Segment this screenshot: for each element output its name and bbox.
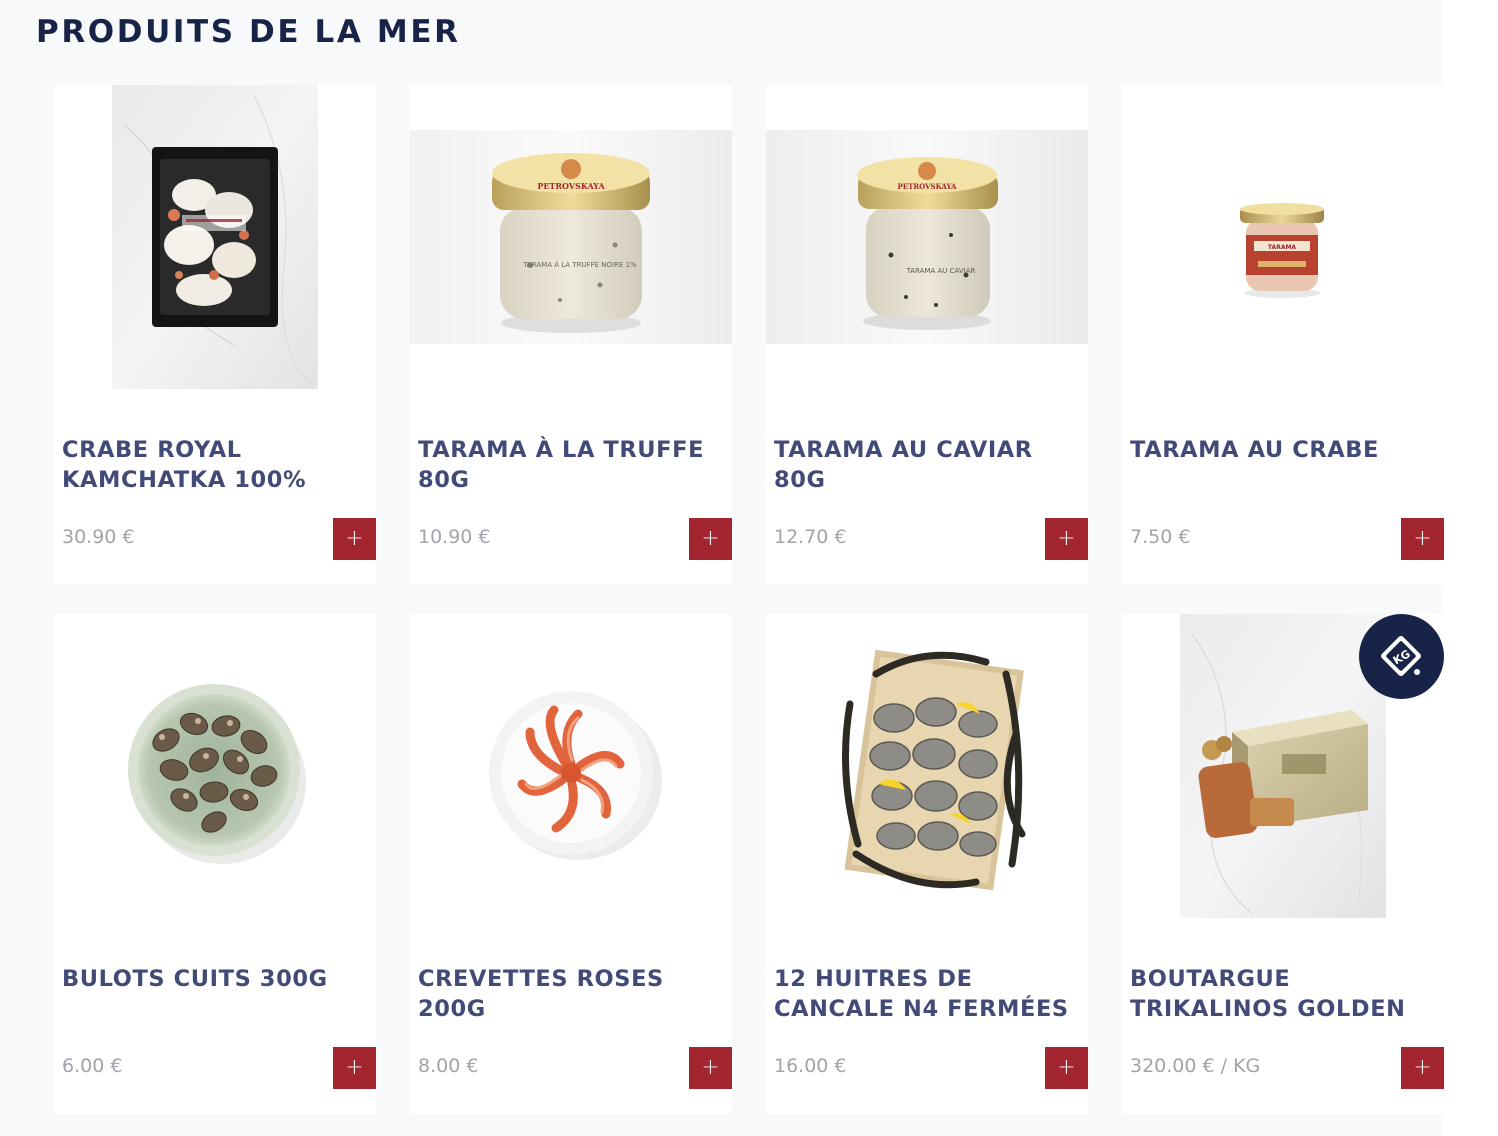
product-card[interactable]: TARAMA TARAMA AU CRABE 7.50 € + bbox=[1122, 85, 1444, 585]
add-to-cart-button[interactable]: + bbox=[689, 1047, 732, 1089]
jar-label-text: TARAMA AU CAVIAR bbox=[906, 267, 976, 275]
product-image-tarama-jar[interactable]: PETROVSKAYA TARAMA AU CAVIAR bbox=[766, 85, 1088, 403]
product-card[interactable]: CREVETTES ROSES 200G 8.00 € + bbox=[410, 614, 732, 1114]
product-image-oyster-crate[interactable] bbox=[766, 614, 1088, 932]
add-to-cart-button[interactable]: + bbox=[689, 518, 732, 560]
product-grid: CRABE ROYAL KAMCHATKA 100% 30.90 € + PET… bbox=[54, 85, 1444, 1114]
product-price: 12.70 € bbox=[774, 526, 847, 548]
product-price: 16.00 € bbox=[774, 1055, 847, 1077]
product-price: 10.90 € bbox=[418, 526, 491, 548]
product-card[interactable]: BULOTS CUITS 300G 6.00 € + bbox=[54, 614, 376, 1114]
product-card[interactable]: 12 HUITRES DE CANCALE N4 FERMÉES 16.00 €… bbox=[766, 614, 1088, 1114]
product-price: 7.50 € bbox=[1130, 526, 1191, 548]
product-name[interactable]: TARAMA AU CAVIAR 80G bbox=[774, 435, 1080, 495]
product-card[interactable]: CRABE ROYAL KAMCHATKA 100% 30.90 € + bbox=[54, 85, 376, 585]
jar-label-text: TARAMA À LA TRUFFE NOIRE 1% bbox=[522, 260, 637, 269]
jar-brand-text: PETROVSKAYA bbox=[898, 182, 958, 191]
product-price: 30.90 € bbox=[62, 526, 135, 548]
product-name[interactable]: TARAMA À LA TRUFFE 80G bbox=[418, 435, 724, 495]
product-name[interactable]: BOUTARGUE TRIKALINOS GOLDEN bbox=[1130, 964, 1436, 1024]
product-price: 320.00 € / KG bbox=[1130, 1055, 1261, 1077]
product-image-tarama-jar[interactable]: PETROVSKAYA TARAMA À LA TRUFFE NOIRE 1% bbox=[410, 85, 732, 403]
product-image-crab-meat-tray[interactable] bbox=[54, 85, 376, 403]
product-image-whelks-bowl[interactable] bbox=[54, 614, 376, 932]
add-to-cart-button[interactable]: + bbox=[1045, 1047, 1088, 1089]
product-image-small-jar[interactable]: TARAMA bbox=[1122, 85, 1444, 403]
product-name[interactable]: TARAMA AU CRABE bbox=[1130, 435, 1436, 465]
product-section: PRODUITS DE LA MER CRABE ROYAL KAMCHATKA… bbox=[0, 0, 1444, 1136]
section-title: PRODUITS DE LA MER bbox=[36, 14, 461, 50]
product-name[interactable]: CRABE ROYAL KAMCHATKA 100% bbox=[62, 435, 368, 495]
product-card[interactable]: PETROVSKAYA TARAMA AU CAVIAR TARAMA AU C… bbox=[766, 85, 1088, 585]
product-card[interactable]: PETROVSKAYA TARAMA À LA TRUFFE NOIRE 1% … bbox=[410, 85, 732, 585]
jar-label-text: TARAMA bbox=[1268, 244, 1297, 251]
product-image-shrimp-plate[interactable] bbox=[410, 614, 732, 932]
jar-brand-text: PETROVSKAYA bbox=[537, 181, 605, 191]
add-to-cart-button[interactable]: + bbox=[1401, 518, 1444, 560]
weight-kg-icon: KG bbox=[1359, 614, 1444, 699]
product-price: 6.00 € bbox=[62, 1055, 123, 1077]
add-to-cart-button[interactable]: + bbox=[333, 1047, 376, 1089]
add-to-cart-button[interactable]: + bbox=[1045, 518, 1088, 560]
product-name[interactable]: CREVETTES ROSES 200G bbox=[418, 964, 724, 1024]
add-to-cart-button[interactable]: + bbox=[1401, 1047, 1444, 1089]
product-name[interactable]: BULOTS CUITS 300G bbox=[62, 964, 368, 994]
add-to-cart-button[interactable]: + bbox=[333, 518, 376, 560]
product-card[interactable]: KG BOUTARGUE TRIKALINOS GOLDEN 320.00 € … bbox=[1122, 614, 1444, 1114]
product-price: 8.00 € bbox=[418, 1055, 479, 1077]
product-name[interactable]: 12 HUITRES DE CANCALE N4 FERMÉES bbox=[774, 964, 1080, 1024]
